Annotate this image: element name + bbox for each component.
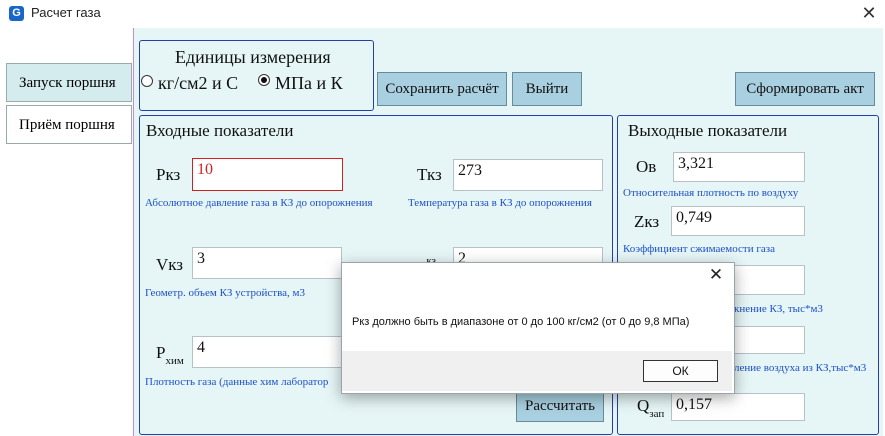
vkz-hint: Геометр. объем КЗ устройства, м3 xyxy=(145,287,305,299)
tkz-label: Ткз xyxy=(417,165,442,184)
rhim-label: Рхим xyxy=(156,343,184,367)
output-field-3 xyxy=(733,265,805,295)
dialog-message: Ркз должно быть в диапазоне от 0 до 100 … xyxy=(352,316,690,328)
vkz-label: Vкз xyxy=(156,255,184,274)
output-field-4 xyxy=(733,326,805,354)
radio-mpa-label: МПа и К xyxy=(275,73,343,93)
dialog-close-icon[interactable]: ✕ xyxy=(705,264,727,286)
exit-button[interactable]: Выйти xyxy=(512,72,582,106)
ov-output: 3,321 xyxy=(673,152,805,182)
vkz-input[interactable]: 3 xyxy=(192,247,342,279)
ok-button[interactable]: ОК xyxy=(643,360,718,382)
rhim-sub: хим xyxy=(165,355,184,367)
tab-launch-piston[interactable]: Запуск поршня xyxy=(6,63,132,102)
rkz-label: Ркз xyxy=(156,165,181,184)
zkz-hint: Коэффициент сжимаемости газа xyxy=(623,243,775,255)
qzap-label: Qзап xyxy=(637,396,665,420)
tab-strip: Запуск поршня Приём поршня xyxy=(0,28,133,436)
rkz-hint: Абсолютное давление газа в КЗ до опорожн… xyxy=(145,197,373,209)
rhim-input[interactable]: 4 xyxy=(192,336,342,368)
title-bar xyxy=(0,0,885,28)
ov-label: Ов xyxy=(636,157,657,176)
close-icon[interactable]: ✕ xyxy=(858,2,880,24)
radio-kgcm2-label: кг/см2 и С xyxy=(158,73,239,93)
qzap-sub: зап xyxy=(649,408,665,420)
save-button[interactable]: Сохранить расчёт xyxy=(377,72,507,106)
zkz-output: 0,749 xyxy=(671,206,805,236)
radio-mpa[interactable] xyxy=(258,74,270,86)
output-group-title: Выходные показатели xyxy=(628,121,788,140)
gas-icon: G xyxy=(9,6,24,21)
rkz-input[interactable]: 10 xyxy=(192,158,343,191)
ov-hint: Относительная плотность по воздуху xyxy=(623,187,799,199)
rhim-hint: Плотность газа (данные хим лаборатор xyxy=(145,376,329,388)
qzap-output: 0,157 xyxy=(671,393,805,421)
output-hint-3: кнение КЗ, тыс*м3 xyxy=(734,303,823,315)
tkz-input[interactable]: 273 xyxy=(453,159,603,191)
output-hint-4: ление воздуха из КЗ,тыс*м3 xyxy=(734,362,867,374)
generate-act-button[interactable]: Сформировать акт xyxy=(735,72,875,106)
radio-kgcm2[interactable] xyxy=(141,75,153,87)
tkz-hint: Температура газа в КЗ до опорожнения xyxy=(408,197,592,209)
zkz-label: Zкз xyxy=(634,212,660,231)
input-group-title: Входные показатели xyxy=(146,121,294,140)
window-title: Расчет газа xyxy=(31,5,101,20)
calculate-button[interactable]: Рассчитать xyxy=(516,390,604,422)
units-title: Единицы измерения xyxy=(175,47,331,67)
tab-receive-piston[interactable]: Приём поршня xyxy=(6,105,132,144)
